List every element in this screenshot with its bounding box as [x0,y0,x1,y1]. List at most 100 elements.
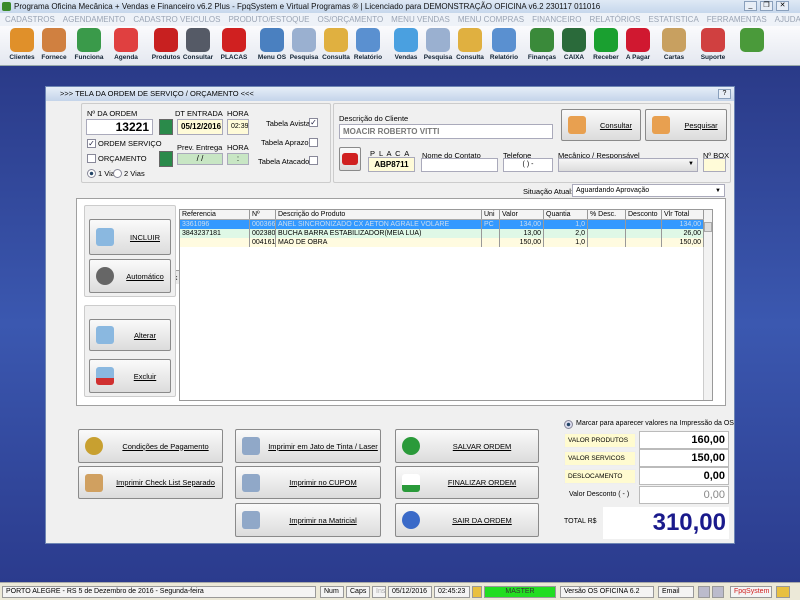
telefone-field[interactable]: ( ) - [503,158,553,172]
toolbar-label: Menu OS [257,54,287,61]
toolbar-button[interactable]: Pesquisa [422,28,454,64]
menu-item[interactable]: AJUDA [775,15,800,24]
menu-item[interactable]: OS/ORÇAMENTO [318,15,384,24]
help-button[interactable]: ? [718,89,731,99]
toolbar-button[interactable]: Relatório [488,28,520,64]
tabela-avista-checkbox[interactable]: ✓ [309,118,318,127]
deslocamento-field[interactable]: 0,00 [639,467,729,485]
valor-servicos-field[interactable]: 150,00 [639,449,729,467]
grid-scrollbar[interactable] [703,210,712,400]
toolbar-button[interactable]: Fornece [38,28,70,64]
toolbar-button[interactable] [736,28,768,64]
print-cupom-button[interactable]: Imprimir no CUPOM [235,466,381,499]
orcamento-checkbox[interactable] [87,154,96,163]
consultar-button[interactable]: Consultar [561,109,641,141]
table-row[interactable]: 004161 MAO DE OBRA 150,00 1,0 150,00 [180,238,704,247]
calendar-button[interactable] [159,119,173,135]
restore-button[interactable]: ❐ [760,1,773,11]
toolbar-button[interactable]: Clientes [6,28,38,64]
toolbar-button[interactable]: Produtos [150,28,182,64]
automatico-button[interactable]: Automático [89,259,171,293]
car-icon [342,153,358,165]
status-num: Num [320,586,344,598]
menu-item[interactable]: CADASTROS [5,15,55,24]
prev-entrega-field[interactable]: / / [177,153,223,165]
vehicle-button[interactable] [339,147,361,171]
box-field[interactable] [703,158,726,172]
toolbar-button[interactable]: Finanças [526,28,558,64]
calendar-button-2[interactable] [159,151,173,167]
menu-item[interactable]: ESTATISTICA [648,15,698,24]
toolbar-button[interactable]: Relatório [352,28,384,64]
toolbar-button[interactable]: Consulta [320,28,352,64]
entry-date-field[interactable]: 05/12/2016 [177,119,223,135]
minimize-button[interactable]: _ [744,1,757,11]
ordem-servico-checkbox[interactable]: ✓ [87,139,96,148]
menu-item[interactable]: MENU COMPRAS [458,15,524,24]
valor-produtos-field[interactable]: 160,00 [639,431,729,449]
toolbar-button[interactable]: Consulta [454,28,486,64]
toolbar-button[interactable]: PLACAS [218,28,250,64]
toolbar-button[interactable]: Suporte [697,28,729,64]
toolbar-button[interactable]: Receber [590,28,622,64]
items-grid[interactable]: Referencia Nº Descrição do Produto Uni Valor… [179,209,713,401]
table-row[interactable]: 3361096 000366 ANEL SINCRONIZADO CX AETON … [180,220,704,229]
cell [588,238,626,247]
menu-item[interactable]: MENU VENDAS [391,15,450,24]
toolbar-button[interactable]: Funciona [73,28,105,64]
toolbar-button[interactable]: CAIXA [558,28,590,64]
cell: ANEL SINCRONIZADO CX AETON AGRALE VOLARE [276,220,482,229]
toolbar-button[interactable]: Consultar [182,28,214,64]
placa-field[interactable]: ABP8711 [368,157,415,172]
cell: % Desc. [588,210,626,219]
payment-conditions-button[interactable]: Condições de Pagamento [78,429,223,463]
grid-header[interactable]: Referencia Nº Descrição do Produto Uni Valor… [180,210,704,220]
products-icon [154,28,178,52]
toolbar-button[interactable]: Menu OS [256,28,288,64]
alterar-button[interactable]: Alterar [89,319,171,351]
tabela-atacado-checkbox[interactable] [309,156,318,165]
menu-item[interactable]: FERRAMENTAS [707,15,767,24]
toolbar-button[interactable]: Agenda [110,28,142,64]
menu-item[interactable]: FINANCEIRO [532,15,581,24]
one-via-radio[interactable] [87,169,96,178]
toolbar-button[interactable]: Cartas [658,28,690,64]
client-field[interactable]: MOACIR ROBERTO VITTI [339,124,553,139]
toolbar-button[interactable]: Pesquisa [288,28,320,64]
incluir-button[interactable]: INCLUIR [89,219,171,255]
desconto-field[interactable]: 0,00 [639,486,729,504]
toolbar-button[interactable]: A Pagar [622,28,654,64]
email-status-button[interactable]: Email [658,586,694,598]
print-checklist-button[interactable]: Imprimir Check List Separado [78,466,223,499]
close-button[interactable]: ✕ [776,1,789,11]
prev-hour-field[interactable]: : [227,153,249,165]
show-values-radio[interactable] [564,420,573,429]
contato-field[interactable] [421,158,498,172]
table-row[interactable]: 3843237181 002380 BUCHA BARRA ESTABILIZADO… [180,229,704,238]
excluir-button[interactable]: Excluir [89,359,171,393]
menu-item[interactable]: AGENDAMENTO [63,15,126,24]
pesquisar-button[interactable]: Pesquisar [645,109,727,141]
toolbar: Clientes Fornece Funciona Agenda Produtos Con… [0,26,800,66]
save-order-button[interactable]: SALVAR ORDEM [395,429,539,463]
toolbar-button[interactable]: Vendas [390,28,422,64]
menu-item[interactable]: RELATÓRIOS [589,15,640,24]
finalize-order-button[interactable]: FINALIZAR ORDEM [395,466,539,499]
order-number-field[interactable]: 13221 [86,119,153,135]
menu-item[interactable]: PRODUTO/ESTOQUE [228,15,309,24]
two-vias-radio[interactable] [113,169,122,178]
print-matricial-button[interactable]: Imprimir na Matricial [235,503,381,537]
tabela-aprazo-checkbox[interactable] [309,138,318,147]
order-number-label: Nº DA ORDEM [87,109,138,118]
situacao-select[interactable]: Aguardando Aprovação ▼ [572,184,725,197]
delete-icon [96,367,114,385]
menu-item[interactable]: CADASTRO VEICULOS [133,15,220,24]
printer-icon[interactable] [698,586,710,598]
mecanico-select[interactable]: ▼ [558,158,698,172]
exit-order-button[interactable]: SAIR DA ORDEM [395,503,539,537]
entry-hour-field[interactable]: 02:39 [227,119,249,135]
status-caps: Caps [346,586,370,598]
print-inkjet-button[interactable]: Imprimir em Jato de Tinta / Laser [235,429,381,463]
calculator-icon[interactable] [712,586,724,598]
toolbar-label: Relatório [353,54,383,61]
